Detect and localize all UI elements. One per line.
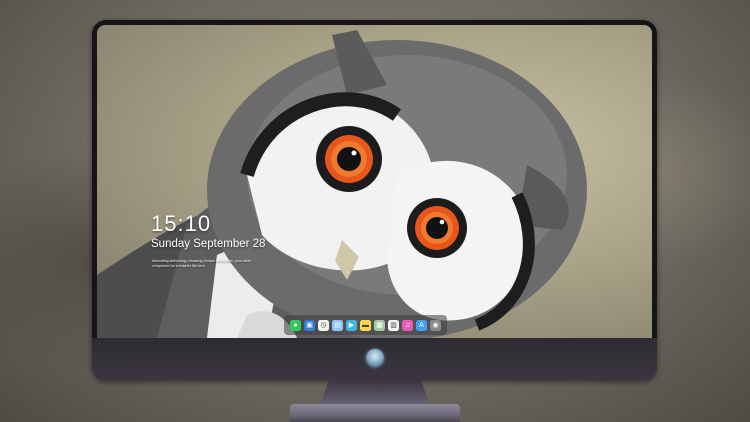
lockscreen-message: Innovating technology, Amazing Unique Ev… (152, 259, 251, 268)
dock: ● ▣ ◷ ▤ ▶ ▬ ▦ ▥ ♫ A ◉ (284, 315, 447, 335)
videos-icon[interactable]: ▶ (346, 319, 357, 331)
app-store-icon[interactable]: A (416, 319, 427, 331)
lockscreen-time: 15:10 (151, 211, 212, 236)
notes-icon[interactable]: ▬ (360, 319, 371, 331)
camera-icon[interactable]: ◉ (430, 319, 441, 331)
brand-logo-icon (366, 349, 384, 367)
monitor-stand-neck (320, 380, 430, 406)
monitor-stand-base (290, 404, 460, 422)
desktop-screen: 15:10 Sunday September 28 Innovating tec… (97, 25, 652, 338)
lockscreen-date: Sunday September 28 (151, 238, 266, 250)
finder-icon[interactable]: ▣ (304, 319, 315, 331)
messages-icon[interactable]: ● (290, 319, 301, 331)
photos-icon[interactable]: ▤ (332, 319, 343, 331)
music-icon[interactable]: ♫ (402, 319, 413, 331)
preview-icon[interactable]: ▦ (374, 319, 385, 331)
calendar-icon[interactable]: ▥ (388, 319, 399, 331)
clock-icon[interactable]: ◷ (318, 319, 329, 331)
owl-wallpaper (97, 30, 587, 338)
